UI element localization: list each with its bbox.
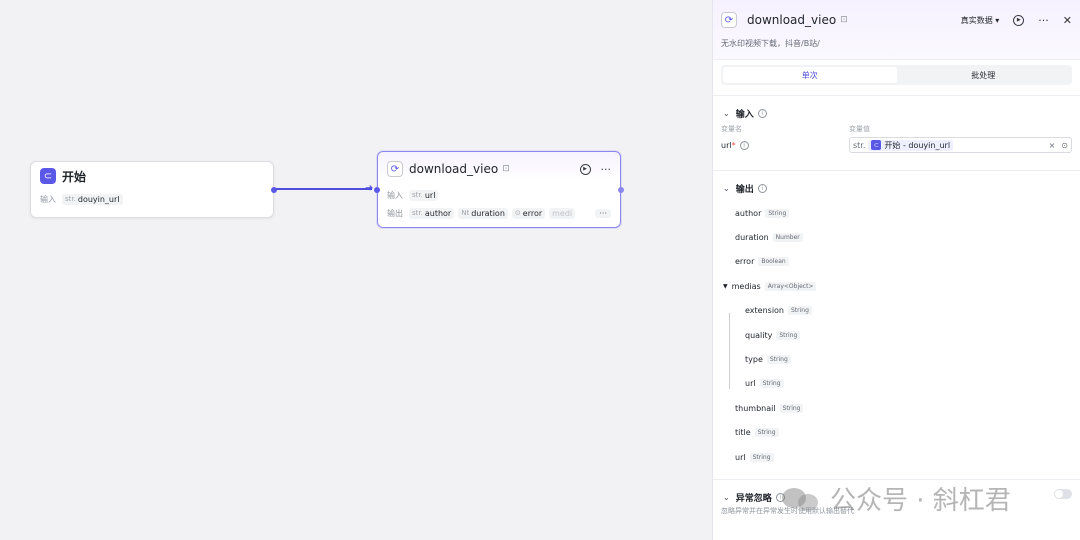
- start-node-icon: ⊂: [871, 140, 882, 150]
- real-data-dropdown[interactable]: 真实数据 ▾: [961, 15, 1000, 26]
- variable-reference-chip[interactable]: ⊂ 开始 - douyin_url: [868, 139, 954, 151]
- start-node-title: 开始: [62, 169, 87, 184]
- info-icon: i: [757, 108, 767, 118]
- clear-icon[interactable]: ×: [1049, 141, 1056, 150]
- download-node-title: download_vieo: [409, 162, 499, 176]
- info-icon: i: [739, 140, 749, 150]
- output-field: url String: [735, 445, 1080, 469]
- output-field-expandable[interactable]: ▼ medias Array<Object>: [723, 274, 1080, 298]
- connection-edge[interactable]: [276, 188, 372, 190]
- exception-ignore-toggle[interactable]: [1054, 489, 1072, 499]
- download-node[interactable]: ⟳ download_vieo ⊡ ▶ ··· 输入 str. url 输出 st…: [374, 151, 624, 228]
- dl-input-label: 输入: [387, 190, 403, 200]
- run-node-icon[interactable]: ▶: [579, 163, 591, 175]
- watermark: 公众号 · 斜杠君: [782, 480, 1011, 517]
- input-section-header[interactable]: ⌄ 输入 i: [713, 104, 1080, 122]
- workflow-canvas[interactable]: ⊂ 开始 输入 str. douyin_url ➜ ⟳ download_vieo…: [0, 0, 712, 540]
- start-node-var-pill: str. douyin_url: [62, 193, 123, 205]
- output-field: duration Number: [735, 225, 1080, 249]
- output-subfield: quality String: [735, 323, 1080, 347]
- dl-output-pill: ⊙ error: [511, 207, 546, 219]
- caret-down-icon[interactable]: ▼: [723, 283, 728, 290]
- tab-single[interactable]: 单次: [723, 67, 897, 83]
- panel-tag-icon: ⊡: [840, 15, 848, 25]
- output-subfield: extension String: [735, 299, 1080, 323]
- wechat-logo-icon: [782, 484, 822, 514]
- output-field: author String: [735, 201, 1080, 225]
- chevron-down-icon: ⌄: [723, 492, 730, 502]
- plugin-icon: ⟳: [387, 161, 403, 177]
- dl-input-pill: str. url: [409, 189, 439, 201]
- output-subfield: url String: [735, 372, 1080, 396]
- start-node[interactable]: ⊂ 开始 输入 str. douyin_url: [30, 161, 277, 218]
- output-field: title String: [735, 421, 1080, 445]
- run-mode-tabs: 单次 批处理: [721, 65, 1072, 85]
- chevron-down-icon: ⌄: [723, 108, 730, 118]
- dl-output-pill: medi: [549, 207, 576, 219]
- chevron-down-icon: ⌄: [723, 183, 730, 193]
- plugin-tag-icon: ⊡: [502, 164, 510, 174]
- info-icon: i: [757, 183, 767, 193]
- panel-more-icon[interactable]: ···: [1038, 14, 1049, 27]
- dl-output-label: 输出: [387, 208, 403, 218]
- panel-run-icon[interactable]: ▶: [1013, 14, 1025, 26]
- panel-title: download_vieo: [747, 13, 837, 27]
- dl-output-pill: Nt duration: [458, 207, 508, 219]
- input-value-field[interactable]: str. ⊂ 开始 - douyin_url × ⊙: [849, 137, 1072, 153]
- output-subfield: type String: [735, 347, 1080, 371]
- input-var-row: url * i str. ⊂ 开始 - douyin_url × ⊙: [713, 136, 1080, 154]
- dl-outputs-more-button[interactable]: ···: [595, 208, 611, 218]
- node-test-panel: ⟳ download_vieo ⊡ 真实数据 ▾ ▶ ··· ✕ 无水印视频下载…: [712, 0, 1080, 540]
- input-column-labels: 变量名 变量值: [721, 125, 870, 133]
- input-var-name: url * i: [721, 140, 849, 150]
- dl-node-output-port[interactable]: [618, 187, 624, 193]
- output-field: thumbnail String: [735, 396, 1080, 420]
- output-tree: author String duration Number error Boolean…: [713, 201, 1080, 469]
- output-field: error Boolean: [735, 250, 1080, 274]
- tab-batch[interactable]: 批处理: [897, 67, 1071, 83]
- start-node-input-label: 输入: [40, 194, 56, 204]
- panel-plugin-icon: ⟳: [721, 12, 737, 28]
- panel-description: 无水印视频下载，抖音/B站/: [721, 39, 820, 48]
- dl-node-input-port[interactable]: [374, 187, 380, 193]
- more-options-icon[interactable]: ···: [601, 163, 612, 176]
- output-section-header[interactable]: ⌄ 输出 i: [713, 179, 1080, 197]
- dl-output-pill: str. author: [409, 207, 455, 219]
- start-node-icon: ⊂: [40, 168, 56, 184]
- edge-arrow-icon: ➜: [365, 183, 374, 194]
- settings-icon[interactable]: ⊙: [1061, 141, 1068, 150]
- close-icon[interactable]: ✕: [1063, 14, 1072, 27]
